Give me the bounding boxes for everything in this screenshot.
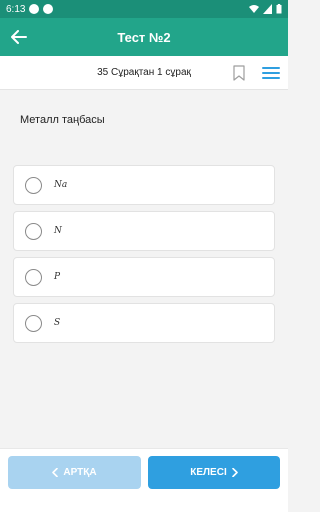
wifi-icon (249, 5, 259, 13)
signal-icon (263, 4, 272, 14)
app-notification-icon (43, 4, 54, 14)
notification-icon (29, 4, 40, 14)
status-time: 6:13 (6, 3, 26, 15)
menu-button[interactable] (262, 66, 280, 80)
answer-option-label: S (54, 318, 61, 328)
answer-option[interactable]: P (13, 257, 275, 297)
answer-option-label: P (54, 272, 61, 282)
previous-button-label: АРТҚА (63, 467, 97, 478)
answer-option[interactable]: S (13, 303, 275, 343)
bottom-navigation-bar: АРТҚА КЕЛЕСІ (0, 448, 288, 512)
answer-option[interactable]: Na (13, 165, 275, 205)
app-bar: Тест №2 (0, 18, 288, 56)
answer-option[interactable]: N (13, 211, 275, 251)
battery-icon (276, 4, 282, 14)
bookmark-button[interactable] (232, 65, 246, 81)
hamburger-menu-icon (262, 67, 280, 79)
answer-option-label: N (54, 226, 62, 236)
next-button[interactable]: КЕЛЕСІ (148, 456, 280, 489)
previous-button[interactable]: АРТҚА (8, 456, 141, 489)
page-title: Тест №2 (117, 29, 171, 45)
next-button-label: КЕЛЕСІ (190, 467, 227, 478)
answer-option-label: Na (54, 180, 68, 190)
radio-button[interactable] (25, 314, 42, 332)
radio-button[interactable] (25, 222, 42, 240)
radio-button[interactable] (25, 176, 42, 194)
arrow-left-icon (11, 30, 27, 44)
question-text: Металл таңбасы (20, 114, 105, 126)
chevron-left-icon (52, 468, 59, 477)
status-bar: 6:13 (0, 0, 288, 18)
chevron-right-icon (231, 468, 238, 477)
back-arrow-button[interactable] (0, 18, 38, 56)
question-counter-bar: 35 Сұрақтан 1 сұрақ (0, 56, 288, 90)
bookmark-icon (233, 65, 245, 81)
radio-button[interactable] (25, 268, 42, 286)
